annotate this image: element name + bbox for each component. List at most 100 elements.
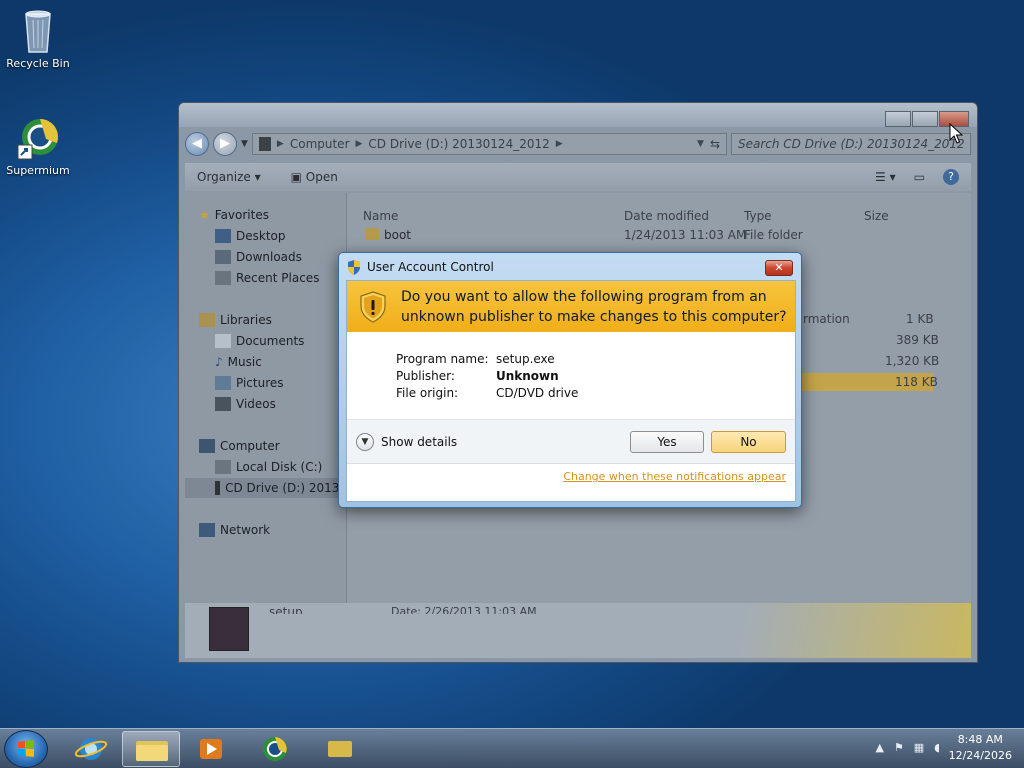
computer-icon [199, 439, 215, 453]
folder-icon [365, 228, 379, 240]
file-type-fragment: rmation [803, 312, 850, 326]
uac-body: Do you want to allow the following progr… [346, 280, 796, 502]
column-header-name[interactable]: Name [363, 209, 398, 227]
chevron-right-icon: ▶ [355, 139, 363, 149]
file-name: boot [384, 228, 412, 242]
nav-pictures[interactable]: Pictures [215, 373, 284, 393]
taskbar-windows-explorer[interactable] [122, 731, 180, 767]
network-icon [199, 523, 215, 537]
desktop-icon-label: Supermium [6, 164, 70, 177]
clock-time: 8:48 AM [957, 733, 1003, 746]
system-tray: ▲ ⚑ ▦ ◖ [875, 741, 940, 754]
downloads-icon [215, 250, 231, 264]
nav-label: Downloads [236, 250, 302, 264]
folder-icon [136, 741, 168, 761]
taskbar-folder[interactable] [310, 731, 368, 767]
column-header-date[interactable]: Date modified [624, 209, 709, 227]
start-button[interactable] [4, 730, 48, 768]
nav-documents[interactable]: Documents [215, 331, 304, 351]
uac-shield-icon [348, 259, 360, 275]
search-input[interactable]: Search CD Drive (D:) 20130124_2012 [731, 133, 971, 155]
nav-desktop[interactable]: Desktop [215, 226, 286, 246]
taskbar-media-player[interactable] [182, 731, 240, 767]
nav-label: Music [227, 355, 262, 369]
recent-pages-chevron-icon[interactable]: ▼ [241, 139, 248, 149]
column-header-type[interactable]: Type [744, 209, 772, 227]
help-icon[interactable]: ? [943, 169, 959, 185]
command-bar: Organize ▾ ▣ Open ☰ ▾ ▭ ? [185, 163, 971, 191]
uac-action-strip: ▼ Show details Yes No [347, 419, 795, 464]
file-size: 389 KB [896, 333, 939, 347]
file-type: File folder [744, 228, 803, 242]
preview-pane-icon[interactable]: ▭ [914, 170, 925, 184]
warning-shield-icon [360, 290, 386, 323]
back-button[interactable]: ◀ [185, 132, 209, 156]
uac-close-button[interactable]: ✕ [765, 260, 793, 276]
supermium-icon [263, 737, 287, 761]
view-options-icon[interactable]: ☰ ▾ [875, 170, 896, 184]
nav-label: Network [220, 523, 271, 537]
breadcrumb-computer[interactable]: Computer [290, 137, 350, 151]
taskbar-supermium[interactable] [246, 731, 304, 767]
details-name: setup [269, 605, 303, 614]
column-header-size[interactable]: Size [864, 209, 889, 227]
info-value: setup.exe [496, 352, 555, 366]
recycle-bin-icon [25, 10, 51, 53]
open-button[interactable]: ▣ Open [291, 170, 338, 184]
no-button[interactable]: No [711, 431, 786, 453]
chevron-right-icon: ▶ [555, 139, 563, 149]
file-size: 118 KB [895, 375, 938, 389]
internet-explorer-icon [74, 738, 108, 760]
yes-button[interactable]: Yes [630, 431, 704, 453]
nav-favorites[interactable]: ★ Favorites [199, 205, 269, 225]
action-center-flag-icon[interactable]: ⚑ [894, 741, 904, 754]
explorer-title-bar [179, 103, 977, 127]
nav-label: Videos [236, 397, 276, 411]
nav-cd-drive[interactable]: CD Drive (D:) 20130 [185, 478, 347, 498]
nav-local-disk[interactable]: Local Disk (C:) [215, 457, 322, 477]
clock[interactable]: 8:48 AM 12/24/2026 [949, 732, 1012, 764]
media-player-icon [200, 739, 222, 759]
nav-network[interactable]: Network [199, 520, 270, 540]
hard-drive-icon [215, 460, 231, 474]
volume-icon[interactable]: ◖ [934, 741, 940, 754]
star-icon: ★ [199, 208, 210, 222]
nav-videos[interactable]: Videos [215, 394, 276, 414]
minimize-button[interactable] [885, 111, 911, 127]
music-icon: ♪ [215, 355, 223, 369]
nav-music[interactable]: ♪ Music [215, 352, 262, 372]
nav-libraries[interactable]: Libraries [199, 310, 272, 330]
file-size: 1 KB [906, 312, 934, 326]
details-date: Date: 2/26/2013 11:03 AM [391, 605, 537, 614]
desktop-icon-label: Recycle Bin [6, 57, 70, 70]
show-details-toggle[interactable]: ▼ Show details [356, 433, 457, 451]
forward-button[interactable]: ▶ [213, 132, 237, 156]
address-row: ◀ ▶ ▼ ▶ Computer ▶ CD Drive (D:) 2013012… [185, 129, 971, 159]
desktop-icon-supermium[interactable]: Supermium [0, 115, 76, 177]
show-hidden-icons-icon[interactable]: ▲ [875, 741, 883, 754]
nav-downloads[interactable]: Downloads [215, 247, 302, 267]
details-pane: setup Date: 2/26/2013 11:03 AM [185, 603, 971, 658]
taskbar-internet-explorer[interactable] [64, 731, 122, 767]
network-tray-icon[interactable]: ▦ [914, 741, 924, 754]
info-label: File origin: [396, 386, 459, 400]
desktop-icon-recycle-bin[interactable]: Recycle Bin [0, 6, 76, 70]
documents-icon [215, 334, 231, 348]
nav-label: Local Disk (C:) [236, 460, 323, 474]
organize-button[interactable]: Organize ▾ [197, 170, 261, 184]
nav-computer[interactable]: Computer [199, 436, 280, 456]
info-label: Program name: [396, 352, 489, 366]
info-row-origin: File origin: CD/DVD drive [396, 385, 578, 402]
refresh-icon[interactable]: ⇆ [710, 137, 720, 151]
address-dropdown-icon[interactable]: ▼ [697, 139, 704, 149]
nav-label: Documents [236, 334, 305, 348]
videos-icon [215, 397, 231, 411]
notification-settings-link[interactable]: Change when these notifications appear [563, 470, 786, 483]
recent-places-icon [215, 271, 231, 285]
pictures-icon [215, 376, 231, 390]
breadcrumb-cd-drive[interactable]: CD Drive (D:) 20130124_2012 [368, 137, 549, 151]
uac-question: Do you want to allow the following progr… [401, 288, 787, 325]
address-bar[interactable]: ▶ Computer ▶ CD Drive (D:) 20130124_2012… [251, 133, 727, 155]
nav-recent-places[interactable]: Recent Places [215, 268, 319, 288]
maximize-button[interactable] [912, 111, 938, 127]
